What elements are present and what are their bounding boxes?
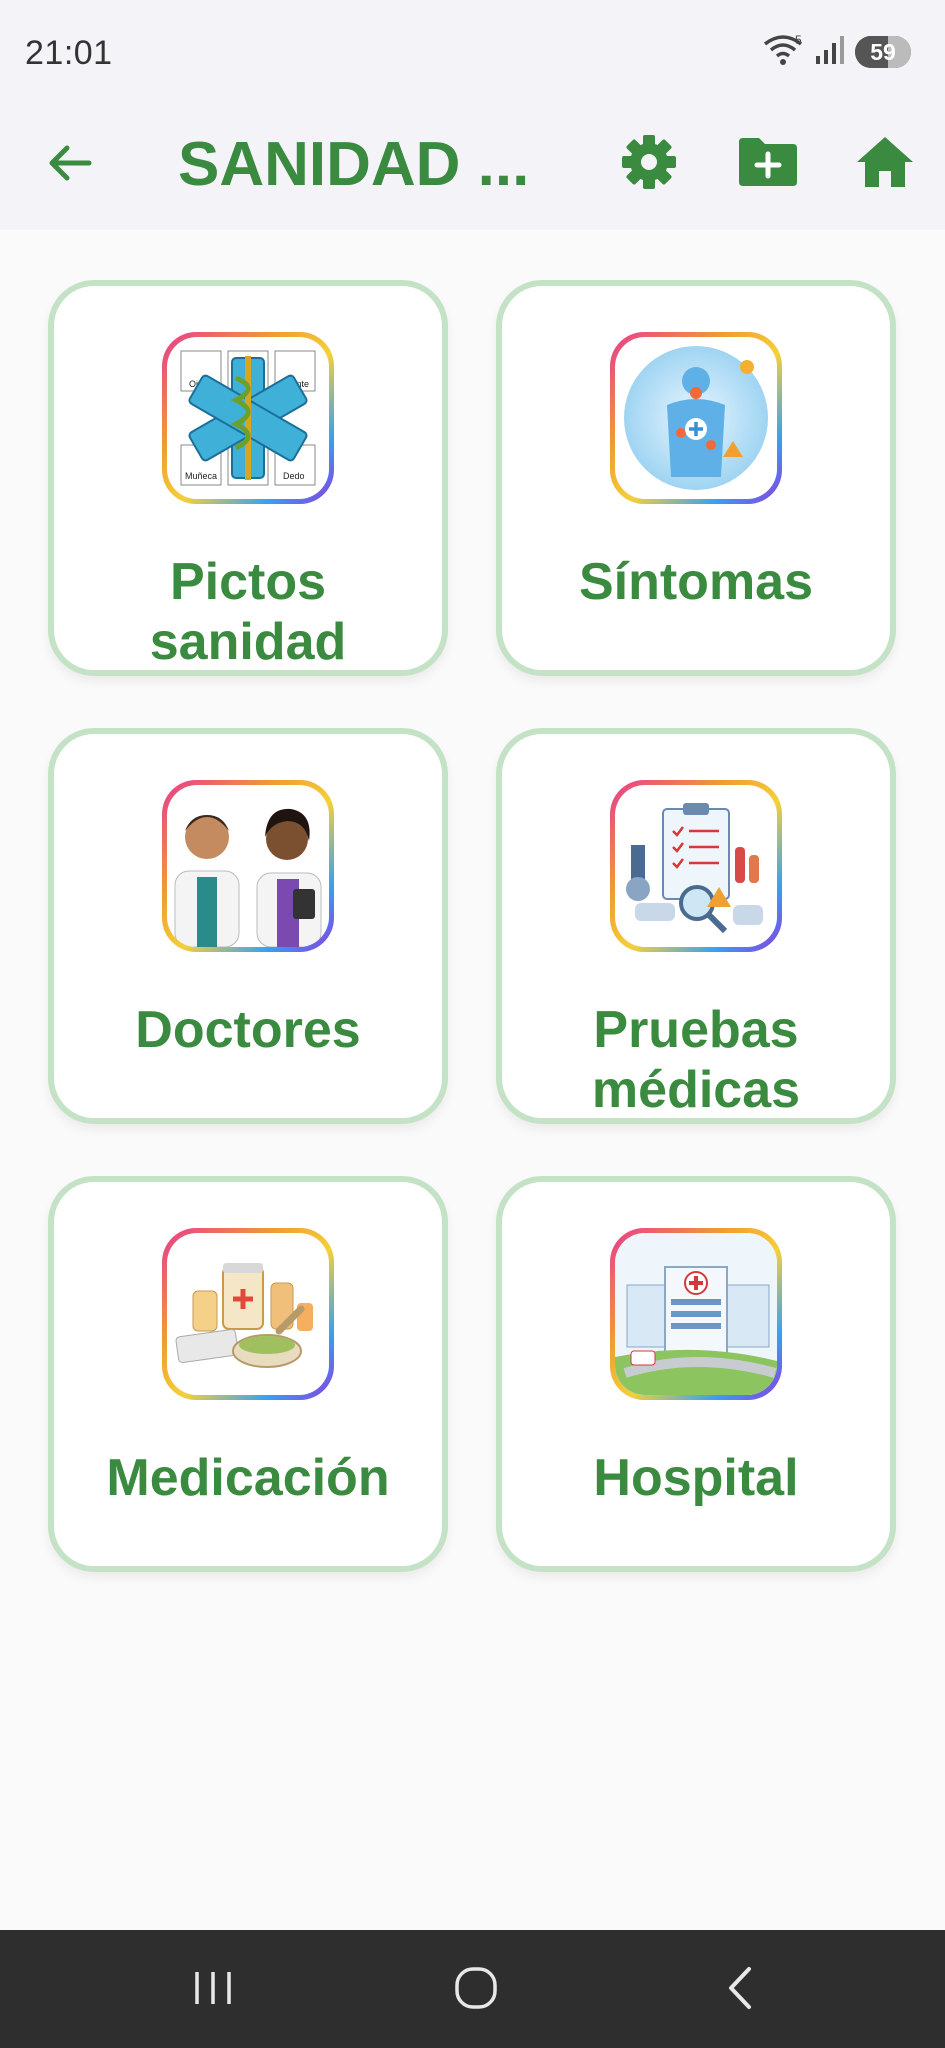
category-card-pictos-sanidad[interactable]: Ojo Diente Muñeca Mano Dedo Pictos sanid… — [48, 280, 448, 676]
page-title: SANIDAD ... — [178, 130, 530, 199]
battery-icon: 59 — [855, 36, 911, 68]
category-card-sintomas[interactable]: Síntomas — [496, 280, 896, 676]
add-folder-button[interactable] — [735, 131, 801, 197]
status-time: 21:01 — [25, 34, 113, 72]
card-label: Medicación — [106, 1449, 390, 1507]
gear-icon — [620, 133, 678, 196]
recent-apps-button[interactable] — [178, 1960, 248, 2020]
wifi-icon: 5 — [761, 32, 805, 73]
card-label: Síntomas — [578, 553, 814, 611]
doctors-icon — [167, 785, 329, 947]
category-card-medicacion[interactable]: Medicación — [48, 1176, 448, 1572]
status-bar: 21:01 5 59 — [0, 0, 945, 105]
card-thumbnail — [162, 780, 334, 952]
card-label: Doctores — [135, 1001, 361, 1059]
signal-icon — [815, 34, 845, 71]
back-chevron-icon — [723, 1965, 759, 2016]
card-label: Pruebas médicas — [591, 1001, 801, 1119]
home-button[interactable] — [852, 131, 918, 197]
back-button[interactable] — [40, 135, 100, 195]
back-nav-button[interactable] — [706, 1960, 776, 2020]
home-circle-icon — [453, 1965, 499, 2016]
card-thumbnail — [162, 1228, 334, 1400]
wifi-band-label: 5 — [795, 33, 802, 47]
category-card-hospital[interactable]: Hospital — [496, 1176, 896, 1572]
card-thumbnail — [610, 1228, 782, 1400]
status-icons: 5 59 — [761, 30, 911, 74]
thumb-word-dedo: Dedo — [283, 471, 305, 481]
category-card-doctores[interactable]: Doctores — [48, 728, 448, 1124]
category-card-pruebas-medicas[interactable]: Pruebas médicas — [496, 728, 896, 1124]
body-symptoms-icon — [615, 337, 777, 499]
caduceus-pictograms-icon: Ojo Diente Muñeca Mano Dedo — [167, 337, 329, 499]
folder-add-icon — [737, 136, 799, 193]
card-label: Pictos sanidad — [149, 553, 347, 671]
card-thumbnail — [610, 780, 782, 952]
thumb-word-muneca: Muñeca — [185, 471, 217, 481]
medical-tests-icon — [615, 785, 777, 947]
card-thumbnail: Ojo Diente Muñeca Mano Dedo — [162, 332, 334, 504]
medication-icon — [167, 1233, 329, 1395]
home-icon — [855, 134, 915, 195]
hospital-icon — [615, 1233, 777, 1395]
system-nav-bar — [0, 1930, 945, 2048]
recent-apps-icon — [191, 1968, 235, 2013]
app-bar: SANIDAD ... — [0, 105, 945, 230]
back-arrow-icon — [47, 143, 93, 188]
card-thumbnail — [610, 332, 782, 504]
battery-level: 59 — [870, 38, 896, 65]
settings-button[interactable] — [616, 131, 682, 197]
home-nav-button[interactable] — [441, 1960, 511, 2020]
card-label: Hospital — [593, 1449, 799, 1507]
